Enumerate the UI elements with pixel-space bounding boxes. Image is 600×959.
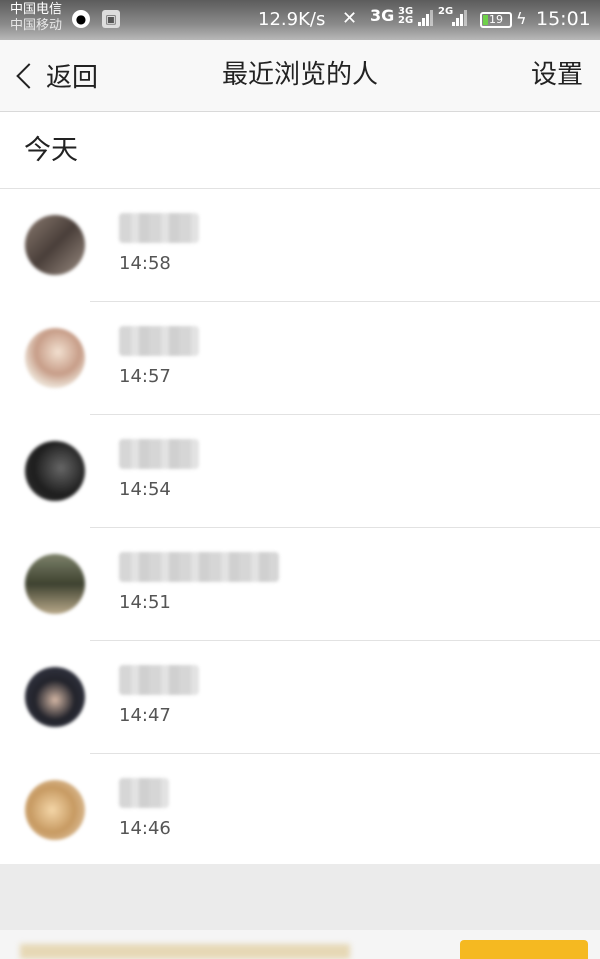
back-label: 返回 (46, 63, 99, 93)
status-time: 15:01 (536, 8, 591, 30)
list-item[interactable]: 14:58 (0, 189, 600, 302)
avatar (25, 215, 85, 275)
carrier-1: 中国电信 (10, 2, 63, 17)
bottom-banner-redacted (20, 944, 350, 959)
name-redacted (119, 778, 169, 808)
battery-icon: 19 (480, 12, 512, 28)
network-type-3: 2G (438, 6, 454, 17)
list-item[interactable]: 14:47 (0, 641, 600, 754)
visit-time: 14:46 (119, 818, 171, 839)
navigation-bar: 最近浏览的人 返回 设置 (0, 40, 600, 112)
signal-bars-2-icon (452, 10, 467, 26)
network-type-2-bottom: 2G (398, 15, 414, 26)
visit-time: 14:57 (119, 366, 171, 387)
name-redacted (119, 552, 279, 582)
visit-time: 14:54 (119, 479, 171, 500)
section-header-today: 今天 (0, 112, 600, 189)
network-type-2: 3G 2G (398, 7, 414, 26)
visit-time: 14:51 (119, 592, 171, 613)
carrier-labels: 中国电信 中国移动 (10, 2, 62, 34)
visit-time: 14:47 (119, 705, 171, 726)
name-redacted (119, 439, 199, 469)
status-bar: 中国电信 中国移动 ● ▣ 12.9K/s ✕ 3G 3G 2G 2G 19 ϟ… (0, 0, 600, 40)
visitor-list: 今天 14:58 14:57 14:54 14:51 14:47 14:46 (0, 112, 600, 864)
avatar (25, 328, 85, 388)
signal-bars-icon (418, 10, 433, 26)
name-redacted (119, 326, 199, 356)
carrier-2: 中国移动 (10, 18, 63, 33)
charging-icon: ϟ (516, 9, 527, 28)
battery-level: 19 (489, 13, 503, 26)
image-notification-icon: ▣ (102, 10, 120, 28)
settings-button[interactable]: 设置 (531, 40, 583, 111)
chevron-left-icon (16, 62, 42, 89)
bottom-banner-button[interactable] (460, 940, 588, 959)
list-item[interactable]: 14:51 (0, 528, 600, 641)
avatar (25, 554, 85, 614)
name-redacted (119, 665, 199, 695)
list-item[interactable]: 14:54 (0, 415, 600, 528)
avatar (25, 667, 85, 727)
visit-time: 14:58 (119, 253, 171, 274)
avatar (25, 780, 85, 840)
network-type-1: 3G (370, 6, 395, 25)
network-speed: 12.9K/s (258, 9, 326, 30)
list-item[interactable]: 14:46 (0, 754, 600, 867)
back-button[interactable]: 返回 (14, 40, 98, 111)
list-item[interactable]: 14:57 (0, 302, 600, 415)
mute-icon: ✕ (342, 8, 358, 29)
name-redacted (119, 213, 199, 243)
avatar (25, 441, 85, 501)
qq-icon: ● (72, 10, 90, 28)
